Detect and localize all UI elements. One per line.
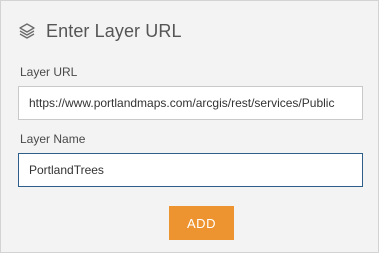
- panel-header: Enter Layer URL: [17, 18, 182, 44]
- layers-icon: [17, 21, 37, 41]
- layer-name-input[interactable]: [18, 153, 363, 187]
- layer-url-input[interactable]: [18, 86, 363, 120]
- add-button[interactable]: ADD: [169, 206, 234, 240]
- layer-url-label: Layer URL: [20, 65, 78, 79]
- layer-name-label: Layer Name: [20, 132, 86, 146]
- add-layer-panel: Enter Layer URL Layer URL Layer Name ADD: [0, 0, 379, 253]
- panel-title: Enter Layer URL: [46, 20, 182, 41]
